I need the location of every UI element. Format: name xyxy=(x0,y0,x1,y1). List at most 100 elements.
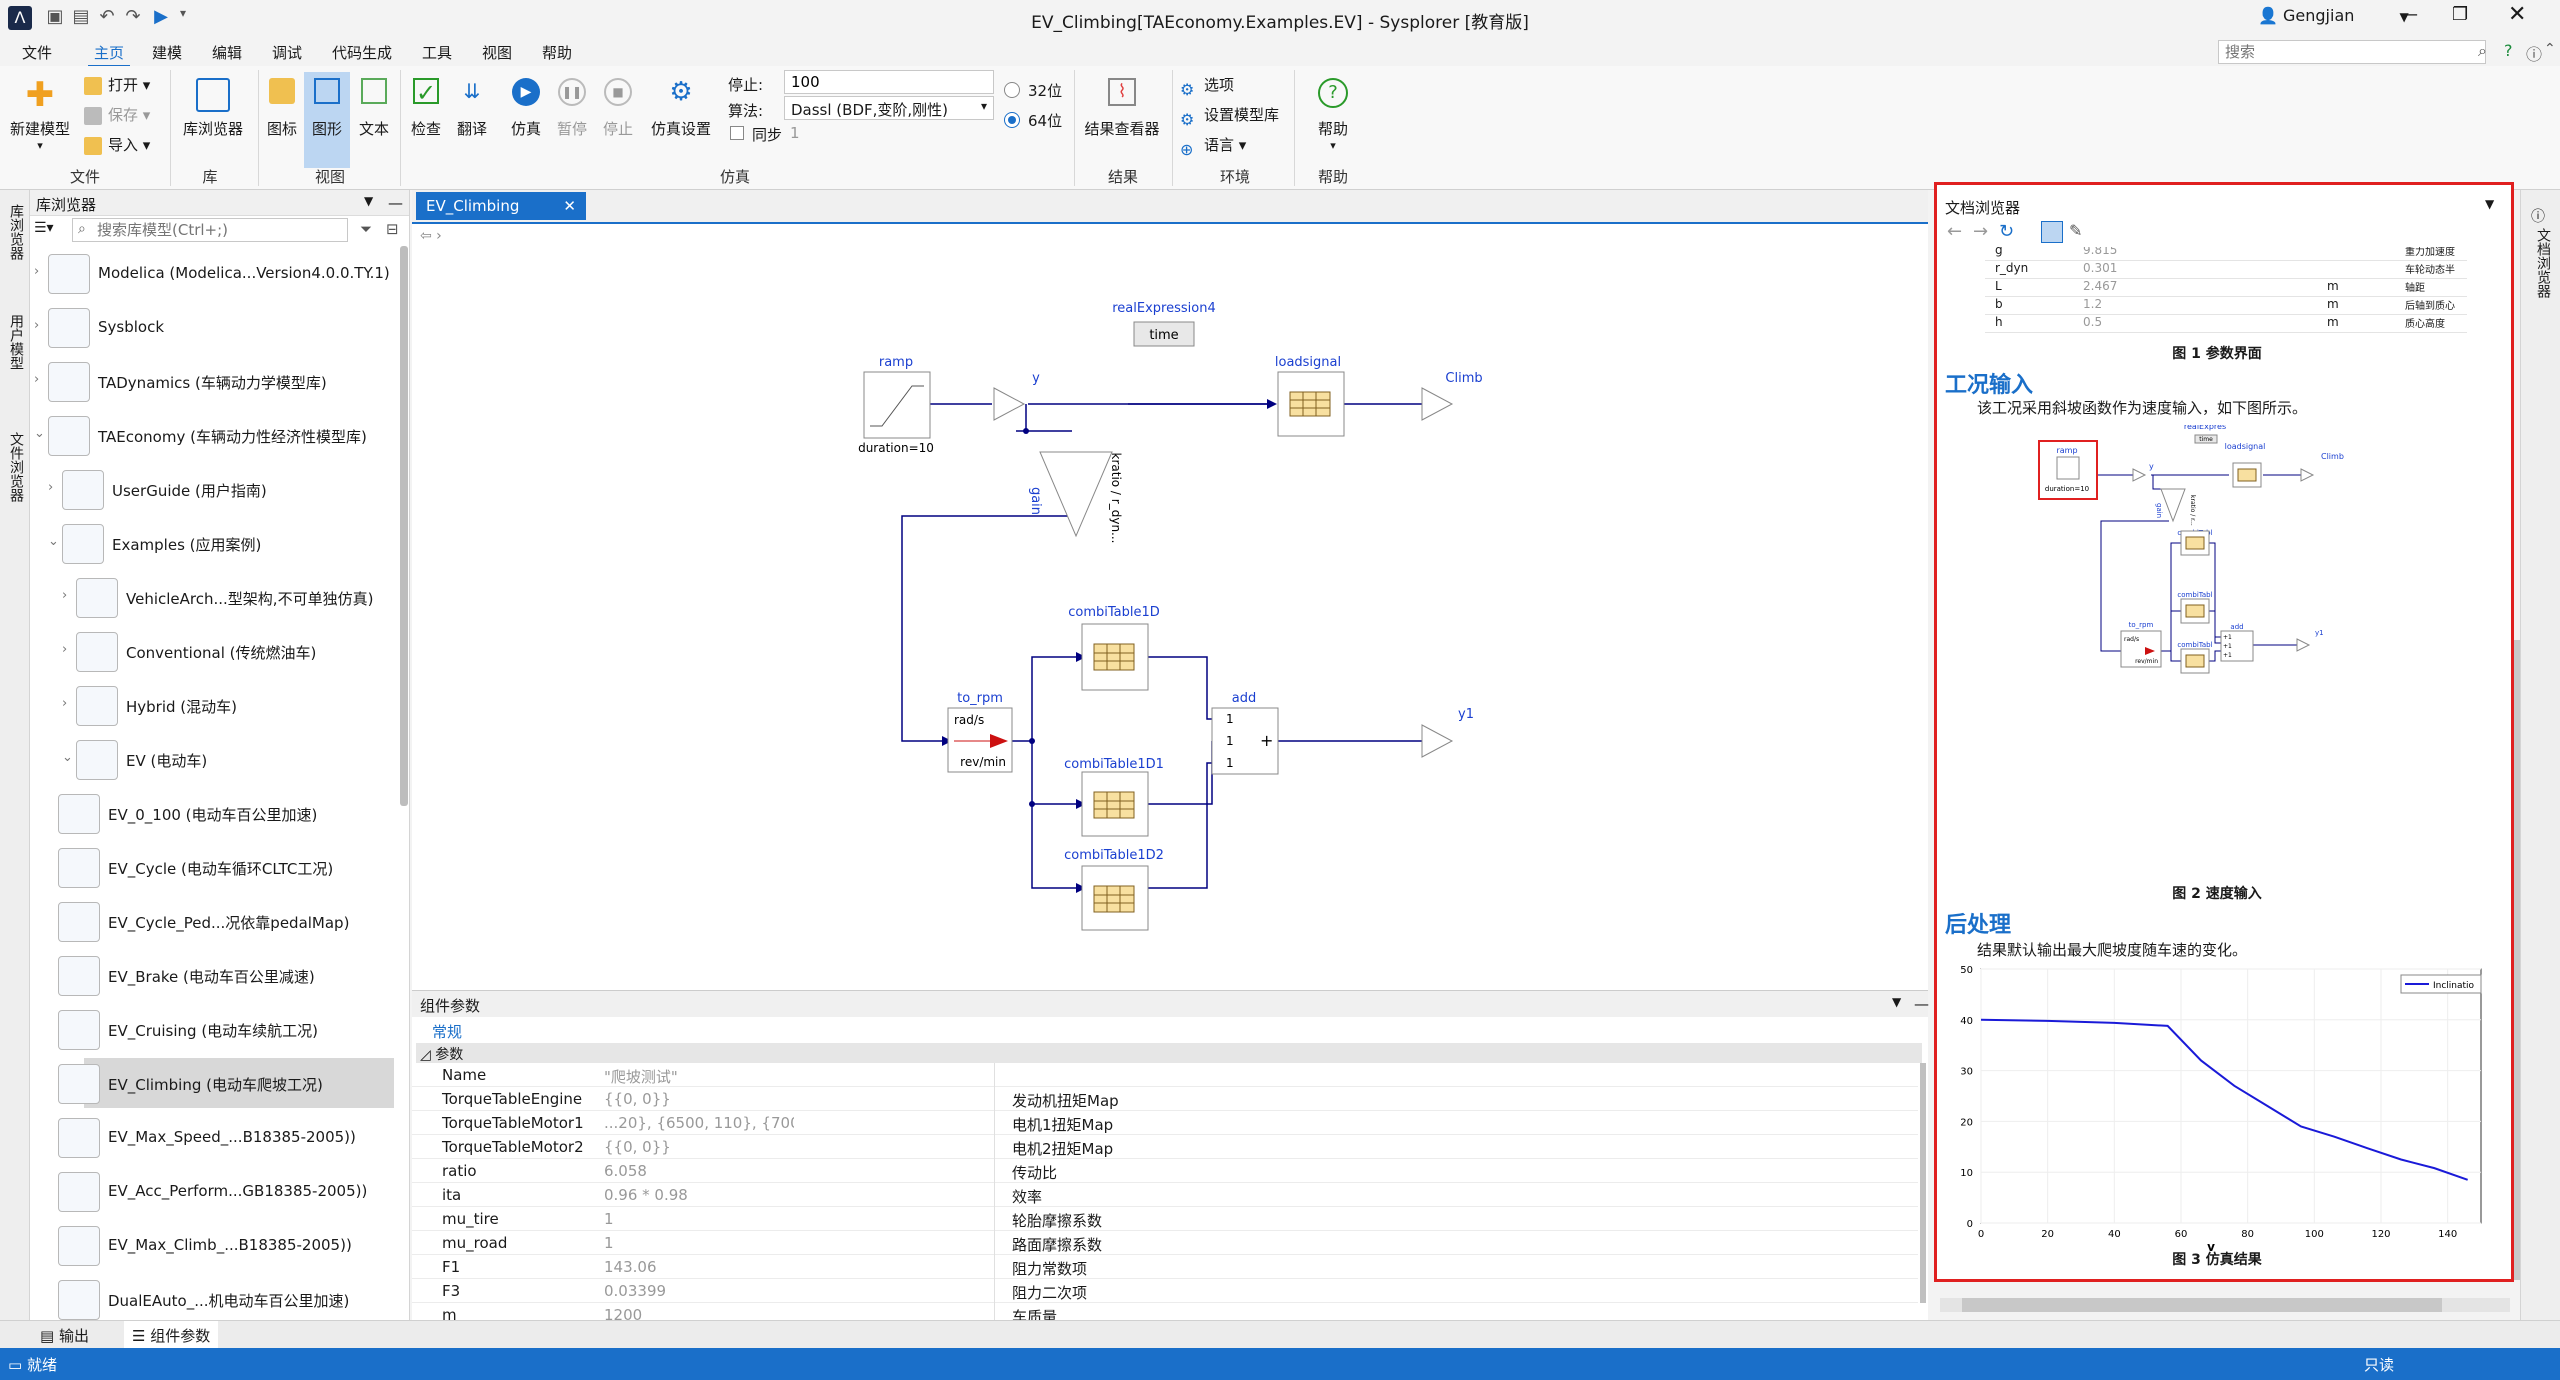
side-tab-doc-browser[interactable]: 文档浏览器 xyxy=(2533,228,2553,298)
side-tab-library[interactable]: 库浏览器 xyxy=(6,204,26,260)
param-row[interactable]: ratio 6.058 传动比 xyxy=(412,1159,1918,1183)
tree-item[interactable]: ⌄ EV (电动车) xyxy=(30,732,400,786)
global-search-input[interactable] xyxy=(2218,40,2486,64)
chevron-right-icon[interactable]: › xyxy=(62,696,67,711)
diagram-view-button[interactable]: 图形 xyxy=(304,72,350,168)
back-icon[interactable]: ← xyxy=(1947,221,1962,242)
info-icon[interactable]: ⓘ xyxy=(2526,41,2542,65)
menu-codegen[interactable]: 代码生成 xyxy=(326,42,398,63)
param-value[interactable]: 1 xyxy=(604,1210,794,1228)
search-icon[interactable]: ⌕ xyxy=(2478,41,2487,61)
tree-item[interactable]: EV_0_100 (电动车百公里加速) xyxy=(30,786,400,840)
save-button[interactable]: 保存 ▾ xyxy=(84,102,150,128)
library-scrollbar[interactable] xyxy=(400,246,408,806)
param-value[interactable]: 0.03399 xyxy=(604,1282,794,1300)
panel-minimize-icon[interactable]: — xyxy=(388,194,403,212)
tree-item[interactable]: EV_Cycle_Ped...况依靠pedalMap) xyxy=(30,894,400,948)
params-section-header[interactable]: ◿ 参数 xyxy=(416,1043,1922,1063)
tree-item[interactable]: › Modelica (Modelica...Version4.0.0.TY.1) xyxy=(30,246,400,300)
tree-item[interactable]: › TADynamics (车辆动力学模型库) xyxy=(30,354,400,408)
param-value[interactable]: ...20}, {6500, 110}, {7000, 105}, {7500,… xyxy=(604,1114,794,1132)
close-tab-icon[interactable]: ✕ xyxy=(563,197,576,215)
tree-item[interactable]: › Conventional (传统燃油车) xyxy=(30,624,400,678)
chevron-right-icon[interactable]: › xyxy=(34,372,39,387)
panel-menu-icon[interactable]: ▼ xyxy=(2485,197,2494,211)
param-row[interactable]: mu_tire 1 轮胎摩擦系数 xyxy=(412,1207,1918,1231)
ribbon-collapse-icon[interactable]: ⌃ xyxy=(2544,41,2556,57)
panel-minimize-icon[interactable]: — xyxy=(1914,995,1929,1013)
import-button[interactable]: 导入 ▾ xyxy=(84,132,150,158)
refresh-icon[interactable]: ↻ xyxy=(1999,221,2014,242)
language-button[interactable]: ⊕ 语言 ▾ xyxy=(1180,132,1246,159)
param-row[interactable]: ita 0.96 * 0.98 效率 xyxy=(412,1183,1918,1207)
tree-item[interactable]: › UserGuide (用户指南) xyxy=(30,462,400,516)
text-view-button[interactable]: 文本 xyxy=(354,78,394,139)
ramp-block[interactable] xyxy=(863,371,931,439)
chevron-right-icon[interactable]: › xyxy=(34,264,39,279)
library-search-input[interactable] xyxy=(72,218,348,242)
model-diagram[interactable]: realExpression4 time ramp duration=10 y … xyxy=(412,226,1928,986)
sync-checkbox[interactable] xyxy=(730,126,744,140)
panel-menu-icon[interactable]: ▼ xyxy=(364,194,373,208)
tree-item[interactable]: ⌄ Examples (应用案例) xyxy=(30,516,400,570)
menu-help[interactable]: 帮助 xyxy=(536,42,578,63)
help-button[interactable]: ? 帮助 ▾ xyxy=(1304,78,1362,152)
filter-icon[interactable]: ⏷ xyxy=(360,220,372,238)
climb-output-block[interactable] xyxy=(1421,387,1454,421)
chevron-right-icon[interactable]: › xyxy=(48,480,53,495)
pause-button[interactable]: ❚❚ 暂停 xyxy=(552,78,592,139)
param-value[interactable]: 1 xyxy=(604,1234,794,1252)
panel-menu-icon[interactable]: ▼ xyxy=(1892,995,1901,1009)
param-value[interactable]: 143.06 xyxy=(604,1258,794,1276)
param-row[interactable]: TorqueTableMotor2 {{0, 0}} 电机2扭矩Map xyxy=(412,1135,1918,1159)
tree-item[interactable]: EV_Climbing (电动车爬坡工况) xyxy=(30,1056,400,1110)
params-bottom-tab[interactable]: ☰ 组件参数 xyxy=(124,1321,219,1349)
menu-tools[interactable]: 工具 xyxy=(416,42,458,63)
tree-item[interactable]: EV_Acc_Perform...GB18385-2005)) xyxy=(30,1164,400,1218)
tree-item[interactable]: EV_Max_Climb_...B18385-2005)) xyxy=(30,1218,400,1272)
tree-item[interactable]: › Sysblock xyxy=(30,300,400,354)
gain-block[interactable] xyxy=(1039,451,1113,538)
tree-item[interactable]: EV_Cruising (电动车续航工况) xyxy=(30,1002,400,1056)
chevron-right-icon[interactable]: › xyxy=(62,588,67,603)
help-icon[interactable]: ? xyxy=(2504,41,2513,60)
lib-view-toggle-icon[interactable]: ☰▾ xyxy=(34,220,68,242)
bit64-radio[interactable] xyxy=(1004,112,1020,128)
translate-button[interactable]: ⇊ 翻译 xyxy=(452,78,492,139)
y1-output-block[interactable] xyxy=(1421,724,1454,758)
param-row[interactable]: F3 0.03399 阻力二次项 xyxy=(412,1279,1918,1303)
restore-button[interactable]: ❐ xyxy=(2452,4,2468,25)
params-tab-general[interactable]: 常规 xyxy=(428,1019,467,1046)
algorithm-select[interactable]: Dassl (BDF,变阶,刚性) ▾ xyxy=(784,96,994,120)
param-value[interactable]: 0.96 * 0.98 xyxy=(604,1186,794,1204)
tree-item[interactable]: › Hybrid (混动车) xyxy=(30,678,400,732)
param-value[interactable]: {{0, 0}} xyxy=(604,1090,794,1108)
tree-item[interactable]: EV_Max_Speed_...B18385-2005)) xyxy=(30,1110,400,1164)
chevron-right-icon[interactable]: › xyxy=(34,318,39,333)
set-lib-button[interactable]: ⚙ 设置模型库 xyxy=(1180,102,1279,129)
close-button[interactable]: ✕ xyxy=(2508,2,2526,27)
side-tab-user-models[interactable]: 用户模型 xyxy=(6,314,26,370)
menu-home[interactable]: 主页 xyxy=(88,42,131,67)
param-value[interactable]: 6.058 xyxy=(604,1162,794,1180)
lib-browser-button[interactable]: 库浏览器 xyxy=(178,78,248,139)
tree-item[interactable]: › VehicleArch...型架构,不可单独仿真) xyxy=(30,570,400,624)
menu-file[interactable]: 文件 xyxy=(16,42,58,63)
menu-edit[interactable]: 编辑 xyxy=(206,42,248,63)
menu-view[interactable]: 视图 xyxy=(476,42,518,63)
param-value[interactable]: {{0, 0}} xyxy=(604,1138,794,1156)
result-viewer-button[interactable]: ⌇ 结果查看器 xyxy=(1080,78,1164,139)
chevron-right-icon[interactable]: › xyxy=(62,642,67,657)
chevron-down-icon[interactable]: ⌄ xyxy=(34,426,45,441)
param-value[interactable]: "爬坡测试" xyxy=(604,1066,794,1084)
collapse-all-icon[interactable]: ⊟ xyxy=(386,220,399,238)
param-row[interactable]: F1 143.06 阻力常数项 xyxy=(412,1255,1918,1279)
side-tab-file-browser[interactable]: 文件浏览器 xyxy=(6,432,26,502)
chevron-down-icon[interactable]: ⌄ xyxy=(62,750,73,765)
param-row[interactable]: TorqueTableMotor1 ...20}, {6500, 110}, {7… xyxy=(412,1111,1918,1135)
edit-doc-icon[interactable]: ✎ xyxy=(2069,221,2082,240)
chevron-down-icon[interactable]: ⌄ xyxy=(48,534,59,549)
check-button[interactable]: ✓ 检查 xyxy=(406,78,446,139)
open-button[interactable]: 打开 ▾ xyxy=(84,72,150,98)
menu-modeling[interactable]: 建模 xyxy=(146,42,188,63)
